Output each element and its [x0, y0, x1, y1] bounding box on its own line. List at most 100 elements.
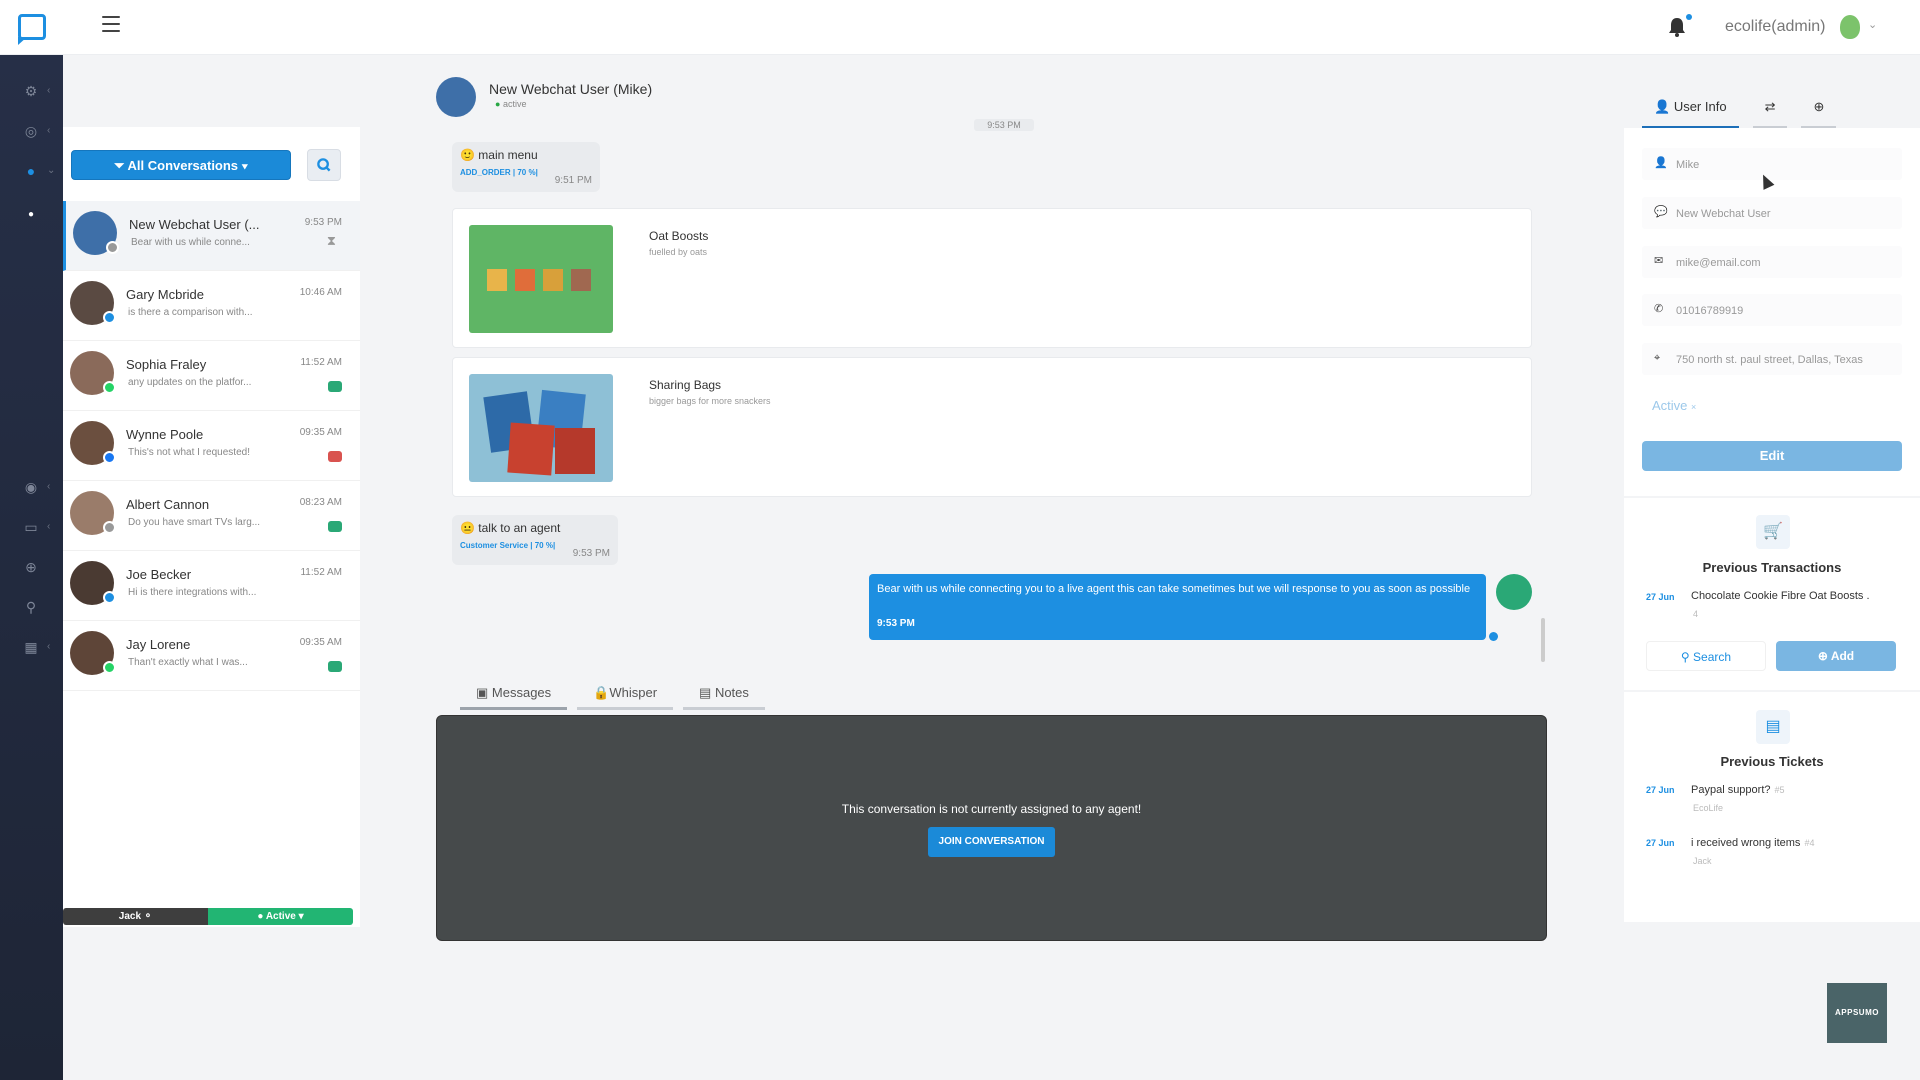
conversation-name: Sophia Fraley [126, 357, 207, 372]
product-title: Sharing Bags [649, 378, 722, 392]
bot-icon [328, 661, 342, 672]
messages-icon: ▣ [476, 685, 492, 700]
ticket-assignee: EcoLife [1693, 803, 1724, 813]
messenger-channel-icon [103, 311, 116, 324]
conversation-time: 11:52 AM [300, 357, 342, 368]
emoji-icon: 😐 [460, 521, 479, 535]
name-field[interactable]: 👤 Mike [1642, 148, 1902, 180]
unassigned-notice: This conversation is not currently assig… [841, 802, 1142, 816]
conversation-time: 09:35 AM [299, 637, 342, 648]
bullet-icon[interactable]: ● [22, 207, 40, 223]
transaction-title[interactable]: Chocolate Cookie Fibre Oat Boosts . [1691, 590, 1870, 602]
product-subtitle: bigger bags for more snackers [649, 396, 771, 406]
status-tag[interactable]: Active × [1652, 398, 1696, 413]
globe-icon[interactable]: ⊕ [22, 559, 40, 575]
conversation-item[interactable]: New Webchat User (... Bear with us while… [63, 201, 360, 271]
filter-icon: ⏷ [113, 158, 128, 173]
hamburger-menu-icon[interactable] [102, 16, 120, 32]
webchat-channel-icon [103, 521, 116, 534]
chat-scrollbar[interactable] [1541, 618, 1545, 662]
user-message: 🙂 main menu ADD_ORDER | 70 %| 9:51 PM [452, 142, 600, 192]
whatsapp-channel-icon [103, 661, 116, 674]
phone-field[interactable]: ✆ 01016789919 [1642, 294, 1902, 326]
messenger-channel-icon [103, 591, 116, 604]
plus-circle-icon: ⊕ [1813, 99, 1825, 114]
chevron-left-icon[interactable]: ‹ [47, 85, 50, 96]
chevron-left-icon[interactable]: ‹ [47, 641, 50, 652]
conversation-item[interactable]: Gary Mcbride is there a comparison with.… [63, 271, 360, 341]
conversation-time: 11:52 AM [300, 567, 342, 578]
message-text: 😐 talk to an agent [460, 521, 561, 535]
add-transaction-button[interactable]: ⊕ Add [1776, 641, 1896, 671]
lock-icon: 🔒 [593, 685, 610, 700]
message-text: Bear with us while connecting you to a l… [877, 583, 1471, 595]
ticket-title[interactable]: Paypal support? #5 [1691, 784, 1785, 796]
user-avatar[interactable] [1840, 15, 1860, 39]
chat-bubbles-icon[interactable]: ● [22, 163, 40, 179]
agent-status-bar: Jack ⚬ ● Active ▾ [63, 908, 353, 925]
current-user-name[interactable]: ecolife(admin) [1725, 18, 1825, 36]
product-card[interactable]: Sharing Bags bigger bags for more snacke… [452, 357, 1532, 497]
notification-bell-icon[interactable] [1667, 16, 1687, 38]
channel-field[interactable]: 💬 New Webchat User [1642, 197, 1902, 229]
conversation-item[interactable]: Albert Cannon Do you have smart TVs larg… [63, 481, 360, 551]
facebook-channel-icon [103, 451, 116, 464]
address-field[interactable]: ⌖ 750 north st. paul street, Dallas, Texa… [1642, 343, 1902, 375]
agent-name[interactable]: Jack ⚬ [63, 908, 208, 925]
product-image [469, 225, 613, 333]
bot-icon [328, 381, 342, 392]
chevron-down-icon[interactable]: ⌄ [47, 165, 55, 176]
plus-circle-icon: ⊕ [1817, 649, 1831, 663]
conversation-time: 08:23 AM [299, 497, 342, 508]
tab-notes[interactable]: ▤ Notes [683, 680, 765, 710]
brain-icon[interactable]: ◉ [22, 479, 40, 495]
dashboard-icon[interactable]: ◎ [22, 123, 40, 139]
product-subtitle: fuelled by oats [649, 247, 708, 257]
all-conversations-filter-button[interactable]: ⏷ All Conversations ▾ [71, 150, 291, 180]
tab-user-info[interactable]: 👤 User Info [1642, 95, 1739, 129]
search-transactions-button[interactable]: ⚲ Search [1646, 641, 1766, 671]
edit-user-button[interactable]: Edit [1642, 441, 1902, 471]
join-conversation-button[interactable]: JOIN CONVERSATION [928, 827, 1055, 857]
chevron-down-icon[interactable]: ⌄ [1868, 18, 1877, 31]
conversation-item[interactable]: Sophia Fraley any updates on the platfor… [63, 341, 360, 411]
search-conversations-button[interactable] [307, 149, 341, 181]
tab-whisper[interactable]: 🔒Whisper [577, 680, 674, 710]
app-logo-icon[interactable] [18, 14, 46, 40]
agent-status-dropdown[interactable]: ● Active ▾ [208, 908, 353, 925]
conversation-name: Joe Becker [126, 567, 192, 582]
chevron-left-icon[interactable]: ‹ [47, 521, 50, 532]
ticket-number: #5 [1774, 785, 1785, 795]
settings-icon[interactable]: ⚙ [22, 83, 40, 99]
chevron-left-icon[interactable]: ‹ [47, 125, 50, 136]
conversation-preview: Than't exactly what I was... [128, 657, 248, 668]
top-bar [0, 0, 1920, 55]
tab-messages[interactable]: ▣ Messages [460, 680, 568, 710]
conversation-name: Wynne Poole [126, 427, 204, 442]
message-time: 9:53 PM [877, 618, 915, 629]
tab-add[interactable]: ⊕ [1801, 95, 1837, 129]
conversation-item[interactable]: Wynne Poole This's not what I requested!… [63, 411, 360, 481]
broadcast-icon[interactable]: ⚲ [22, 599, 40, 615]
whatsapp-channel-icon [103, 381, 116, 394]
appsumo-badge[interactable]: APPSUMO [1827, 983, 1887, 1043]
tab-transfer[interactable]: ⇄ [1752, 95, 1788, 129]
email-field[interactable]: ✉ mike@email.com [1642, 246, 1902, 278]
intent-label: ADD_ORDER | 70 %| [460, 168, 538, 177]
conversation-preview: This's not what I requested! [128, 447, 250, 458]
message-time: 9:51 PM [554, 175, 592, 186]
intent-label: Customer Service | 70 %| [460, 541, 556, 550]
contacts-icon[interactable]: ▭ [22, 519, 40, 535]
envelope-icon: ✉ [1654, 255, 1664, 267]
ticket-title[interactable]: i received wrong items #4 [1691, 837, 1814, 849]
conversation-item[interactable]: Jay Lorene Than't exactly what I was... … [63, 621, 360, 691]
time-divider: 9:53 PM [974, 119, 1034, 131]
ticket-date: 27 Jun [1646, 785, 1675, 795]
conversation-name: Albert Cannon [126, 497, 210, 512]
phone-icon: ✆ [1654, 303, 1664, 315]
message-text: 🙂 main menu [460, 148, 538, 162]
chevron-left-icon[interactable]: ‹ [47, 481, 50, 492]
product-card[interactable]: Oat Boosts fuelled by oats [452, 208, 1532, 348]
chart-icon[interactable]: ▦ [22, 639, 40, 655]
conversation-item[interactable]: Joe Becker Hi is there integrations with… [63, 551, 360, 621]
